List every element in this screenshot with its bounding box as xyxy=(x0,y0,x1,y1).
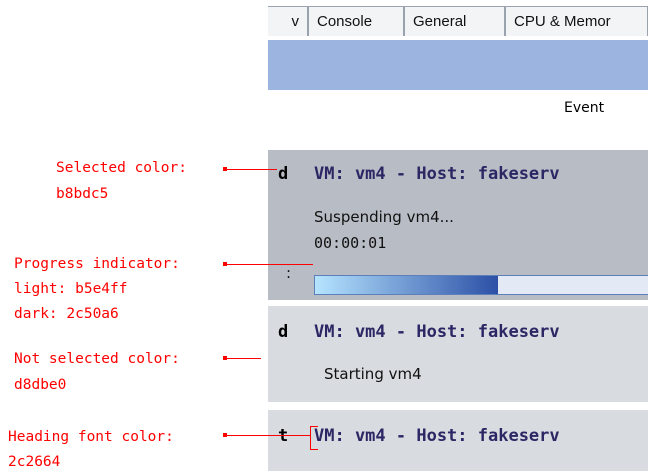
progress-bar-fill xyxy=(315,276,499,294)
panel-status-text: Suspending vm4... xyxy=(314,208,454,226)
annotation-selected-title: Selected color: xyxy=(56,160,187,176)
panel-status-text: Starting vm4 xyxy=(324,365,422,383)
tab-content-header-band xyxy=(268,40,648,90)
tab-label: v xyxy=(291,13,300,30)
event-panel-unselected[interactable]: t VM: vm4 - Host: fakeserv xyxy=(268,410,648,471)
panel-heading: VM: vm4 - Host: fakeserv xyxy=(314,426,560,446)
event-panel-unselected[interactable]: d VM: vm4 - Host: fakeserv Starting vm4 xyxy=(268,306,648,402)
tab-strip: v Console General CPU & Memor xyxy=(268,0,648,40)
progress-stub-text: : xyxy=(286,264,292,282)
event-panel-selected[interactable]: d VM: vm4 - Host: fakeserv Suspending vm… xyxy=(268,150,648,300)
tab-label: General xyxy=(413,13,467,30)
tab-partial-left[interactable]: v xyxy=(268,6,308,36)
tab-cpu-memory[interactable]: CPU & Memor xyxy=(505,6,648,36)
annotation-leader-line xyxy=(225,435,311,436)
annotation-progress-title: Progress indicator: xyxy=(14,256,180,272)
panel-stub-text: d xyxy=(278,164,289,184)
events-column-header: Event xyxy=(564,100,605,116)
annotation-leader-line xyxy=(225,264,313,265)
panel-heading: VM: vm4 - Host: fakeserv xyxy=(314,322,560,342)
annotation-heading-font-title: Heading font color: xyxy=(8,429,174,445)
panel-stub-text: d xyxy=(278,322,289,342)
panel-elapsed-time: 00:00:01 xyxy=(314,234,387,252)
tab-label: CPU & Memor xyxy=(514,13,611,30)
progress-bar xyxy=(314,275,648,295)
panel-stub-text: t xyxy=(278,426,289,446)
annotation-bracket xyxy=(310,426,318,450)
annotation-not-selected-value: d8dbe0 xyxy=(14,377,67,393)
annotation-progress-light: light: b5e4ff xyxy=(14,281,128,297)
panel-heading: VM: vm4 - Host: fakeserv xyxy=(314,164,560,184)
tab-label: Console xyxy=(317,13,373,30)
annotation-selected-value: b8bdc5 xyxy=(56,186,109,202)
tab-console[interactable]: Console xyxy=(308,6,404,36)
tab-general[interactable]: General xyxy=(404,6,505,36)
annotation-progress-dark: dark: 2c50a6 xyxy=(14,306,119,322)
annotation-leader-line xyxy=(225,169,277,170)
annotation-leader-line xyxy=(225,358,261,359)
annotation-not-selected-title: Not selected color: xyxy=(14,351,180,367)
